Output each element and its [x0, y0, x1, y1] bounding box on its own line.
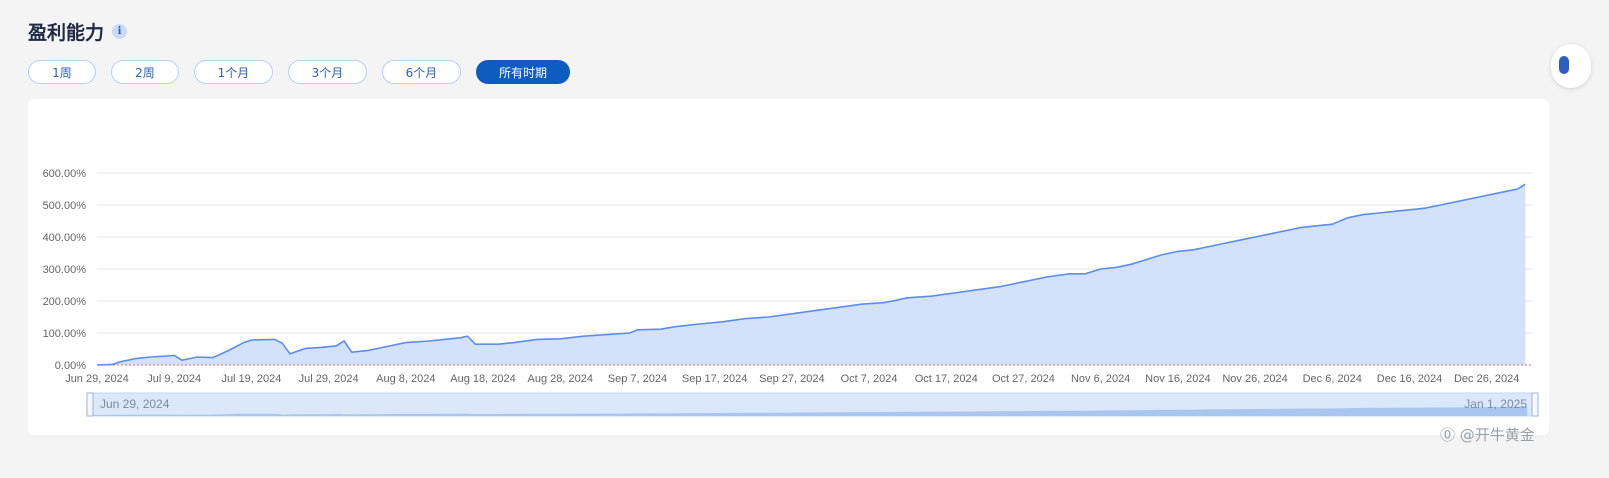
page-title: 盈利能力 [28, 22, 105, 44]
period-tabs: 1周 2周 1个月 3个月 6个月 所有时期 [28, 60, 585, 84]
zoom-handle-left [86, 392, 94, 417]
y-tick-label: 400.00% [43, 232, 87, 244]
tab-3-months[interactable]: 3个月 [288, 60, 367, 84]
x-tick-label: Sep 17, 2024 [682, 373, 747, 385]
y-tick-label: 600.00% [43, 168, 87, 180]
info-icon[interactable]: i [112, 24, 128, 39]
x-tick-label: Oct 7, 2024 [841, 373, 898, 385]
y-tick-label: 300.00% [43, 264, 87, 276]
x-tick-label: Nov 16, 2024 [1145, 373, 1210, 385]
side-panel-handle[interactable] [1551, 44, 1591, 88]
chart-card: 0.00% 100.00% 200.00% 300.00% 400.00% 500.00%… [28, 99, 1549, 435]
header: 盈利能力 i [28, 18, 128, 45]
x-tick-label: Jul 9, 2024 [147, 373, 201, 385]
x-tick-label: Jun 29, 2024 [65, 373, 129, 385]
x-tick-label: Oct 17, 2024 [915, 373, 978, 385]
handle-icon [1559, 56, 1569, 74]
y-tick-label: 200.00% [43, 296, 87, 308]
x-tick-label: Jul 29, 2024 [299, 373, 359, 385]
x-tick-label: Nov 6, 2024 [1071, 373, 1130, 385]
x-tick-label: Dec 26, 2024 [1454, 373, 1519, 385]
tab-2-weeks[interactable]: 2周 [111, 60, 179, 84]
x-tick-label: Dec 6, 2024 [1303, 373, 1362, 385]
x-tick-label: Dec 16, 2024 [1377, 373, 1442, 385]
zoom-start-label: Jun 29, 2024 [100, 397, 170, 411]
zoom-end-label: Jan 1, 2025 [1464, 397, 1527, 411]
series-area [97, 184, 1526, 365]
y-tick-label: 0.00% [55, 360, 86, 372]
x-tick-label: Aug 18, 2024 [450, 373, 515, 385]
x-tick-label: Aug 28, 2024 [527, 373, 592, 385]
x-tick-label: Jul 19, 2024 [221, 373, 281, 385]
x-tick-label: Sep 7, 2024 [608, 373, 667, 385]
x-tick-label: Sep 27, 2024 [759, 373, 824, 385]
zoom-handle-right [1531, 392, 1539, 417]
tab-6-months[interactable]: 6个月 [382, 60, 461, 84]
x-tick-label: Nov 26, 2024 [1222, 373, 1287, 385]
y-tick-label: 100.00% [43, 328, 87, 340]
x-tick-label: Aug 8, 2024 [376, 373, 435, 385]
watermark: ⓪ @开牛黄金 [1440, 426, 1535, 444]
profit-chart: 0.00% 100.00% 200.00% 300.00% 400.00% 500.00%… [43, 168, 1539, 417]
y-tick-label: 500.00% [43, 200, 87, 212]
x-tick-label: Oct 27, 2024 [992, 373, 1055, 385]
tab-all-time[interactable]: 所有时期 [476, 60, 570, 84]
tab-1-week[interactable]: 1周 [28, 60, 96, 84]
tab-1-month[interactable]: 1个月 [194, 60, 273, 84]
